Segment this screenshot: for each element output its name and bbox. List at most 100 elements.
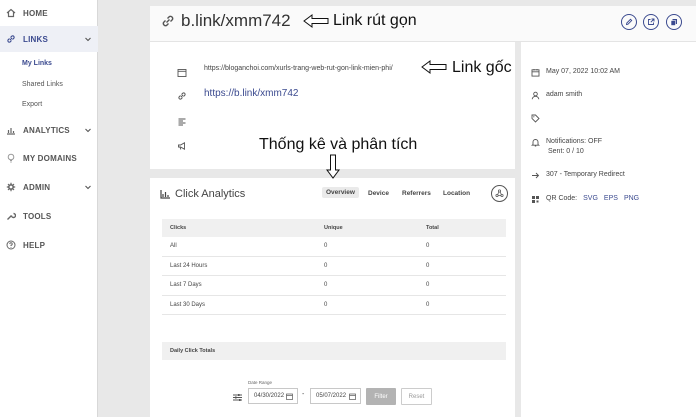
table-row: All 0 0: [162, 237, 506, 257]
nav-help-label: HELP: [23, 240, 46, 250]
nav-export[interactable]: Export: [22, 101, 42, 108]
annotation-arrow-down-icon: [326, 154, 340, 179]
nav-my-links[interactable]: My Links: [22, 60, 52, 67]
annotation-original-link: Link gốc: [452, 59, 512, 76]
table-row: Last 24 Hours 0 0: [162, 257, 506, 276]
created-date: May 07, 2022 10:02 AM: [546, 68, 620, 75]
column-header-unique: Unique: [324, 225, 343, 231]
row-unique: 0: [324, 243, 328, 249]
nav-links-label: LINKS: [23, 34, 48, 44]
qr-code-icon: [531, 195, 540, 204]
nav-my-domains[interactable]: MY DOMAINS: [0, 145, 98, 171]
nav-tools-label: TOOLS: [23, 211, 52, 221]
nav-help[interactable]: HELP: [0, 232, 98, 258]
chevron-down-icon: [84, 35, 92, 43]
calendar-icon: [286, 393, 293, 400]
edit-button[interactable]: [621, 14, 637, 30]
analytics-title: Click Analytics: [160, 188, 245, 200]
row-total: 0: [426, 243, 430, 249]
page-title: b.link/xmm742: [160, 11, 291, 31]
qr-eps-link[interactable]: EPS: [604, 195, 618, 202]
date-from-input[interactable]: 04/30/2022: [248, 388, 298, 404]
reset-button[interactable]: Reset: [401, 388, 432, 405]
notifications-sent: Sent: 0 / 10: [548, 148, 584, 155]
link-icon: [160, 13, 176, 29]
short-link-title: b.link/xmm742: [181, 11, 291, 30]
tab-referrers[interactable]: Referrers: [402, 190, 431, 197]
daily-click-totals-header: Daily Click Totals: [162, 342, 506, 360]
tab-device[interactable]: Device: [368, 190, 389, 197]
copy-button[interactable]: [666, 14, 682, 30]
external-link-icon: [648, 18, 655, 25]
row-label: Last 7 Days: [170, 282, 202, 288]
tags-row[interactable]: [531, 114, 546, 123]
column-header-total: Total: [426, 225, 439, 231]
nav-links[interactable]: LINKS: [0, 26, 98, 52]
notifications-status: Notifications: OFF: [546, 138, 603, 145]
row-unique: 0: [324, 282, 328, 288]
help-icon: [6, 240, 16, 250]
calendar-icon: [531, 68, 540, 77]
nav-home[interactable]: HOME: [0, 0, 98, 26]
column-header-clicks: Clicks: [170, 225, 187, 231]
align-left-icon: [177, 114, 187, 126]
analytics-title-text: Click Analytics: [175, 188, 246, 200]
table-row: Last 7 Days 0 0: [162, 276, 506, 296]
date-to-input[interactable]: 05/07/2022: [310, 388, 361, 404]
lightbulb-icon: [6, 153, 16, 163]
short-url[interactable]: https://b.link/xmm742: [204, 88, 298, 99]
owner-row: adam smith: [531, 91, 582, 100]
arrow-right-icon: [531, 171, 540, 180]
annotation-arrow-left-icon: [421, 60, 447, 74]
qr-png-link[interactable]: PNG: [624, 195, 639, 202]
share-analytics-button[interactable]: [491, 185, 508, 202]
chevron-down-icon: [84, 183, 92, 191]
row-total: 0: [426, 301, 430, 308]
calendar-icon: [349, 393, 356, 400]
nav-tools[interactable]: TOOLS: [0, 203, 98, 229]
link-icon: [177, 88, 187, 100]
created-date-row: May 07, 2022 10:02 AM: [531, 68, 620, 77]
click-stats-table: Clicks Unique Total All 0 0 Last 24 Hour…: [162, 219, 506, 315]
date-from-value: 04/30/2022: [254, 393, 285, 399]
share-nodes-icon: [495, 189, 504, 198]
gear-icon: [6, 182, 16, 192]
wrench-icon: [6, 211, 16, 221]
daily-click-totals-title: Daily Click Totals: [170, 348, 216, 354]
qr-code-label: QR Code:: [546, 195, 578, 202]
table-row: Last 30 Days 0 0: [162, 296, 506, 315]
tab-overview[interactable]: Overview: [322, 187, 359, 198]
redirect-type: 307 - Temporary Redirect: [546, 171, 625, 178]
row-label: Last 30 Days: [170, 301, 206, 308]
nav-shared-links[interactable]: Shared Links: [22, 81, 63, 88]
bell-icon: [531, 138, 540, 147]
copy-icon: [670, 19, 677, 26]
table-header: Clicks Unique Total: [162, 219, 506, 237]
megaphone-icon: [177, 138, 187, 150]
nav-admin[interactable]: ADMIN: [0, 174, 98, 200]
open-external-button[interactable]: [643, 14, 659, 30]
annotation-stats: Thống kê và phân tích: [259, 136, 418, 153]
notifications-row[interactable]: Notifications: OFF: [531, 138, 602, 147]
tab-location[interactable]: Location: [443, 190, 470, 197]
user-icon: [531, 91, 540, 100]
sliders-icon[interactable]: [232, 390, 243, 401]
home-icon: [6, 8, 16, 18]
date-range-separator: -: [302, 391, 305, 398]
tag-icon: [531, 114, 540, 123]
row-unique: 0: [324, 301, 328, 308]
chevron-down-icon: [84, 126, 92, 134]
nav-analytics[interactable]: ANALYTICS: [0, 117, 98, 143]
qr-code-row: QR Code: SVG EPS PNG: [531, 195, 639, 204]
browser-window-icon: [177, 65, 187, 77]
nav-analytics-label: ANALYTICS: [23, 125, 70, 135]
edit-icon: [625, 18, 633, 26]
qr-svg-link[interactable]: SVG: [583, 195, 598, 202]
bar-chart-icon: [6, 125, 16, 135]
long-url[interactable]: https://bloganchoi.com/xurls-trang-web-r…: [204, 65, 393, 72]
filter-button[interactable]: Filter: [366, 388, 396, 405]
annotation-arrow-left-icon: [303, 14, 329, 28]
nav-admin-label: ADMIN: [23, 182, 51, 192]
annotation-short-link: Link rút gọn: [333, 12, 417, 29]
sidebar: HOME LINKS My Links Shared Links Export …: [0, 0, 98, 417]
